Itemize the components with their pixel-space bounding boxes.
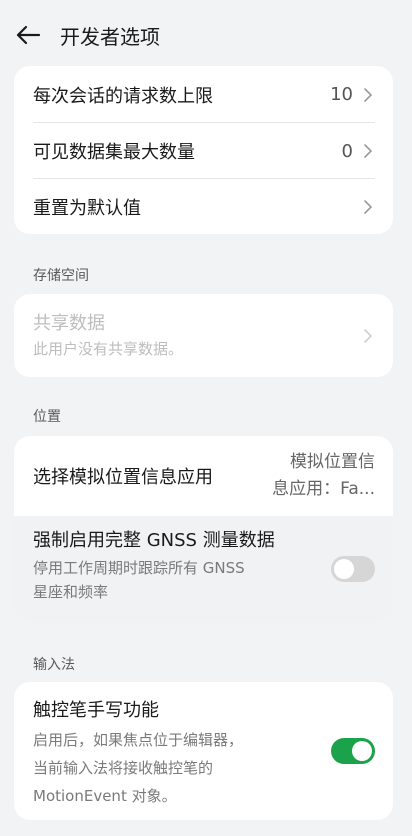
max-datasets-value: 0 xyxy=(341,140,353,162)
shared-data-title: 共享数据 xyxy=(33,312,105,334)
back-button[interactable] xyxy=(13,20,43,50)
stylus-handwriting-toggle[interactable] xyxy=(331,738,375,764)
gnss-row[interactable]: 强制启用完整 GNSS 测量数据 停用工作周期时跟踪所有 GNSS 星座和频率 xyxy=(14,516,393,622)
shared-data-subtitle: 此用户没有共享数据。 xyxy=(33,339,184,358)
chevron-right-icon xyxy=(364,144,373,158)
page-title: 开发者选项 xyxy=(60,24,160,49)
settings-card-location: 选择模拟位置信息应用 模拟位置信 息应用：Fa... 强制启用完整 GNSS 测… xyxy=(14,436,393,622)
max-datasets-title: 可见数据集最大数量 xyxy=(33,142,195,163)
section-label-storage: 存储空间 xyxy=(33,268,89,284)
settings-card-storage: 共享数据 此用户没有共享数据。 xyxy=(14,294,393,377)
section-label-location: 位置 xyxy=(33,409,61,425)
stylus-handwriting-row[interactable]: 触控笔手写功能 启用后，如果焦点位于编辑器， 当前输入法将接收触控笔的 Moti… xyxy=(14,682,393,820)
mock-location-app-value: 模拟位置信 息应用：Fa... xyxy=(272,449,375,503)
gnss-subtitle-line2: 星座和频率 xyxy=(33,583,109,601)
chevron-right-icon xyxy=(364,199,373,214)
settings-card-input-method: 触控笔手写功能 启用后，如果焦点位于编辑器， 当前输入法将接收触控笔的 Moti… xyxy=(14,682,393,820)
stylus-handwriting-title: 触控笔手写功能 xyxy=(33,700,159,721)
toggle-knob xyxy=(334,559,354,579)
mock-location-app-value-line1: 模拟位置信 xyxy=(290,452,375,472)
gnss-subtitle-line1: 停用工作周期时跟踪所有 GNSS xyxy=(33,559,245,577)
request-limit-value: 10 xyxy=(330,84,353,105)
arrow-left-icon xyxy=(16,25,41,45)
reset-defaults-title: 重置为默认值 xyxy=(33,197,141,219)
reset-defaults-row[interactable]: 重置为默认值 xyxy=(14,179,393,234)
toggle-knob xyxy=(352,741,372,761)
settings-card-limits: 每次会话的请求数上限 10 可见数据集最大数量 0 重置为默认值 xyxy=(14,66,393,234)
stylus-handwriting-subtitle-line1: 启用后，如果焦点位于编辑器， xyxy=(33,731,244,749)
request-limit-row[interactable]: 每次会话的请求数上限 10 xyxy=(14,66,393,123)
gnss-toggle[interactable] xyxy=(331,556,375,582)
shared-data-row[interactable]: 共享数据 此用户没有共享数据。 xyxy=(14,294,393,377)
request-limit-title: 每次会话的请求数上限 xyxy=(33,85,213,107)
app-header: 开发者选项 xyxy=(0,0,412,70)
mock-location-app-row[interactable]: 选择模拟位置信息应用 模拟位置信 息应用：Fa... xyxy=(14,436,393,516)
stylus-handwriting-subtitle-line3: MotionEvent 对象。 xyxy=(33,787,177,805)
max-datasets-row[interactable]: 可见数据集最大数量 0 xyxy=(14,123,393,179)
chevron-right-icon xyxy=(364,328,373,343)
chevron-right-icon xyxy=(364,87,373,102)
shared-data-text: 共享数据 此用户没有共享数据。 xyxy=(33,311,183,361)
section-label-input-method: 输入法 xyxy=(33,657,75,673)
gnss-title: 强制启用完整 GNSS 测量数据 xyxy=(33,530,275,551)
mock-location-app-title: 选择模拟位置信息应用 xyxy=(33,467,213,488)
mock-location-app-value-line2: 息应用：Fa... xyxy=(272,479,375,499)
stylus-handwriting-subtitle-line2: 当前输入法将接收触控笔的 xyxy=(33,759,214,777)
